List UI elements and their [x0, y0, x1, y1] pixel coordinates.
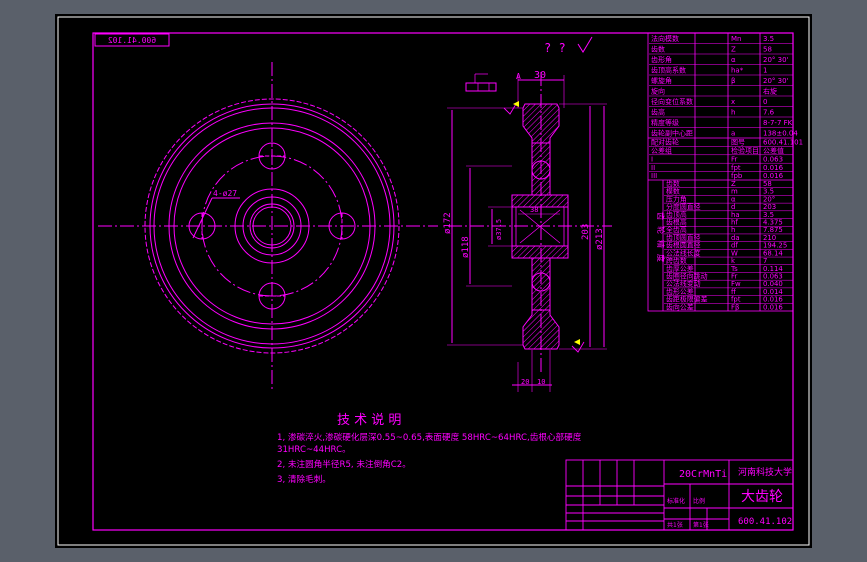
datum-letter: A: [516, 72, 521, 81]
note-line-4: 3, 清除毛刺。: [277, 473, 331, 485]
table-cell: 齿距极限偏差: [666, 295, 708, 304]
table-cell: 3.5: [763, 35, 774, 43]
dim-d172: ø172: [443, 212, 453, 234]
table-cell: fpt: [731, 164, 741, 172]
table-cell: 公差值: [763, 146, 784, 155]
table-cell: 检验项目: [731, 146, 759, 155]
table-cell: 压力角: [666, 194, 687, 203]
table-cell: 600.41.101: [763, 139, 803, 147]
section-web-top: [531, 142, 551, 196]
table-cell: x: [731, 98, 735, 106]
table-cell: 齿厚公差: [666, 264, 694, 273]
surface-finish-marks: ? ?: [544, 41, 566, 55]
drawing-number: 600.41.102: [738, 517, 792, 527]
table-cell: 齿向公差: [666, 302, 694, 311]
table-cell: 20° 30': [763, 56, 789, 64]
dim-203: 203: [581, 224, 591, 240]
table-cell: 齿数: [666, 179, 680, 188]
notes-title: 技 术 说 明: [337, 413, 401, 428]
table-cell: h: [731, 109, 735, 117]
table-cell: 齿轮副中心距: [651, 129, 693, 138]
table-cell: 右旋: [763, 87, 777, 96]
table-cell: 138±0.04: [763, 130, 798, 138]
table-cell: 齿根圆直径: [666, 241, 701, 250]
table-cell: 图号: [731, 139, 745, 147]
table-cell: 齿顶圆直径: [666, 233, 701, 242]
tb-label-total-sheets: 共1张: [667, 521, 683, 529]
table-cell: 齿顶高: [666, 210, 687, 219]
table-cell: 齿根高: [666, 218, 687, 227]
table-side-label: 齿轮精度: [656, 212, 666, 268]
table-cell: a: [731, 130, 735, 138]
hole-dimension-label: 4-ø27: [213, 189, 237, 198]
table-cell: 0.016: [763, 164, 784, 172]
dim-d213: ø213: [595, 228, 605, 250]
table-cell: 7.6: [763, 109, 775, 117]
school-name: 河南科技大学: [738, 466, 792, 478]
table-cell: 径向变位系数: [651, 97, 693, 106]
table-cell: III: [651, 172, 657, 180]
table-cell: 58: [763, 46, 772, 54]
material-label: 20CrMnTi: [679, 469, 727, 480]
table-cell: 0.063: [763, 155, 783, 163]
table-cell: I: [651, 155, 653, 163]
mirrored-drawing-number: 600.41.102: [108, 36, 156, 45]
table-cell: fpb: [731, 172, 743, 180]
table-cell: Fβ: [731, 303, 739, 311]
table-cell: II: [651, 164, 655, 172]
table-cell: 模数: [666, 187, 680, 196]
table-cell: 配对齿轮: [651, 138, 679, 147]
note-line-3: 2, 未注圆角半径R5, 未注倒角C2。: [277, 458, 411, 470]
dim-38: 38: [530, 206, 538, 214]
table-cell: 螺旋角: [651, 76, 672, 85]
table-cell: 8-7-7 FK: [763, 119, 793, 127]
tb-label-sheet: 第1张: [693, 521, 709, 529]
part-name: 大齿轮: [741, 489, 783, 505]
table-cell: 旋向: [651, 87, 665, 96]
table-cell: 齿形公差: [666, 287, 694, 296]
section-web-bottom: [531, 257, 551, 311]
table-cell: β: [731, 77, 735, 85]
dim-d37-5: ø37.5: [495, 219, 503, 240]
table-cell: 齿圈径向跳动: [666, 271, 708, 280]
table-cell: 跨齿数: [666, 256, 687, 265]
table-cell: Z: [731, 46, 736, 54]
table-cell: 齿高: [651, 108, 665, 117]
table-cell: 齿顶高系数: [651, 66, 686, 75]
table-cell: 公差组: [651, 146, 672, 155]
dim-20: 20: [521, 378, 529, 386]
table-cell: 法向模数: [651, 34, 679, 43]
table-cell: 公法线变动: [666, 279, 701, 288]
table-cell: 分度圆直径: [666, 202, 701, 211]
cad-drawing-viewport[interactable]: 600.41.102 4-ø27 A 30 ø172 ø118 ø37.5 38…: [0, 0, 867, 562]
tb-label-standard: 标准化: [667, 497, 685, 505]
table-cell: 全齿高: [666, 225, 687, 234]
table-cell: α: [731, 56, 736, 64]
note-line-1: 1, 渗碳淬火,渗碳硬化层深0.55~0.65,表面硬度 58HRC~64HRC…: [277, 431, 582, 443]
table-cell: Mn: [731, 35, 741, 43]
table-cell: 0: [763, 98, 767, 106]
table-cell: 精度等级: [651, 118, 679, 127]
table-cell: Fr: [731, 155, 738, 163]
dim-10: 10: [537, 378, 545, 386]
dim-d118: ø118: [461, 236, 471, 258]
dim-width-30: 30: [534, 70, 546, 81]
table-cell: 公法线长度: [666, 248, 701, 257]
table-cell: 0.016: [763, 303, 783, 311]
note-line-2: 31HRC~44HRC。: [277, 445, 351, 455]
table-cell: 齿形角: [651, 55, 672, 64]
table-cell: 齿数: [651, 45, 665, 54]
table-cell: 20° 30': [763, 77, 789, 85]
table-cell: 0.016: [763, 172, 784, 180]
table-cell: 1: [763, 67, 767, 75]
table-cell: ha*: [731, 67, 744, 75]
tb-label-scale: 比例: [693, 497, 705, 505]
